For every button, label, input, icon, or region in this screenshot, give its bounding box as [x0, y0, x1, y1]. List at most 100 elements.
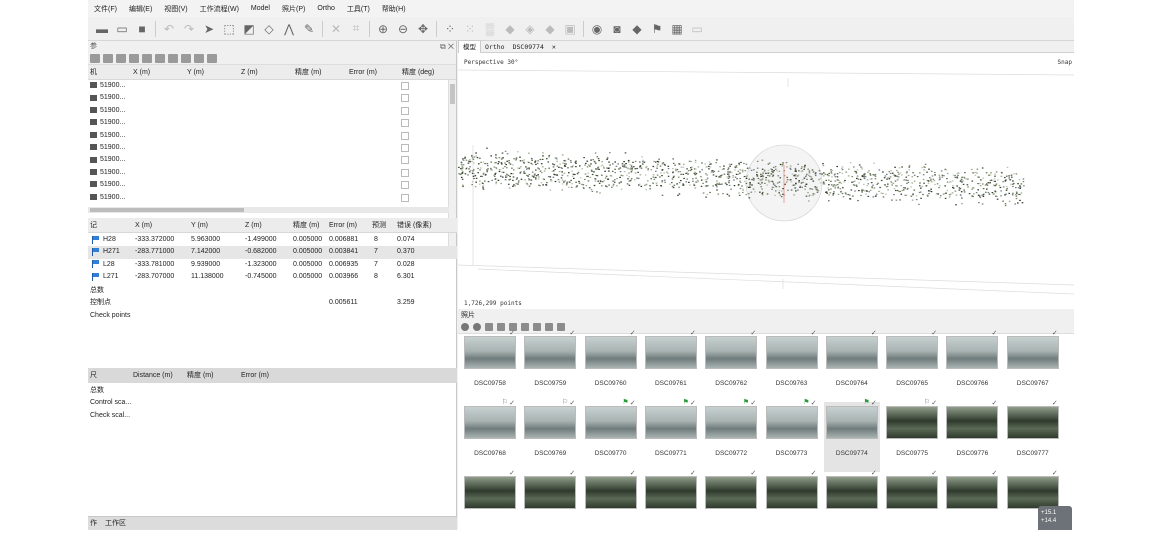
- refresh-icon[interactable]: [142, 53, 152, 63]
- photo-thumbnail[interactable]: ✓ ⚐ DSC09768: [462, 399, 518, 472]
- marker-row[interactable]: H271 -283.771000 7.142000 -0.682000 0.005000…: [88, 246, 457, 259]
- photo-thumbnail[interactable]: ✓ DSC09767: [1005, 330, 1061, 402]
- enable-camera-icon[interactable]: [461, 323, 469, 331]
- mesh-icon[interactable]: ▒: [482, 21, 498, 37]
- col-projections[interactable]: 预测: [372, 218, 386, 233]
- camera-enable-checkbox[interactable]: [401, 181, 409, 190]
- camera-row[interactable]: 51900...: [88, 105, 456, 117]
- menu-photo[interactable]: 照片(P): [276, 4, 311, 14]
- photo-thumbnail[interactable]: ✓ DSC09761: [643, 330, 699, 402]
- photo-thumbnail[interactable]: ✓ DSC09763: [764, 330, 820, 402]
- show-markers-icon[interactable]: ◆: [629, 21, 645, 37]
- camera-row[interactable]: 51900...: [88, 179, 456, 191]
- photo-thumbnail[interactable]: ✓ DSC09759: [522, 330, 578, 402]
- tab-ortho[interactable]: Ortho: [481, 41, 509, 53]
- save-icon[interactable]: ■: [134, 21, 150, 37]
- camera-row[interactable]: 51900...: [88, 167, 456, 179]
- menu-view[interactable]: 视图(V): [158, 4, 193, 14]
- view-mode-icon[interactable]: [557, 323, 565, 331]
- tab-photo[interactable]: DSC09774: [509, 41, 548, 53]
- camera-enable-checkbox[interactable]: [401, 168, 409, 177]
- camera-row[interactable]: 51900...: [88, 130, 456, 142]
- col-accuracy-deg[interactable]: 精度 (deg): [402, 65, 434, 80]
- show-shapes-icon[interactable]: ▦: [669, 21, 685, 37]
- camera-row[interactable]: 51900...: [88, 142, 456, 154]
- camera-enable-checkbox[interactable]: [401, 193, 409, 202]
- menu-file[interactable]: 文件(F): [88, 4, 123, 14]
- col-error[interactable]: Error (m): [241, 368, 269, 383]
- col-camera[interactable]: 机: [90, 65, 97, 80]
- camera-enable-checkbox[interactable]: [401, 94, 409, 103]
- col-x[interactable]: X (m): [135, 218, 152, 233]
- photo-thumbnail[interactable]: ✓: [583, 470, 639, 530]
- photo-thumbnail[interactable]: ✓ DSC09760: [583, 330, 639, 402]
- image-mask-icon[interactable]: [533, 323, 541, 331]
- tab-model[interactable]: 模型: [458, 40, 481, 53]
- remove-camera-icon[interactable]: [485, 323, 493, 331]
- crop-selection-icon[interactable]: ⌗: [348, 21, 364, 37]
- cameras-horizontal-scrollbar[interactable]: [88, 207, 449, 213]
- camera-enable-checkbox[interactable]: [401, 119, 409, 128]
- settings-icon[interactable]: [116, 53, 126, 63]
- view-estimated-icon[interactable]: [168, 53, 178, 63]
- photo-thumbnail[interactable]: ✓: [522, 470, 578, 530]
- col-distance[interactable]: Distance (m): [133, 368, 173, 383]
- photo-thumbnail[interactable]: ✓: [764, 470, 820, 530]
- camera-enable-checkbox[interactable]: [401, 131, 409, 140]
- resize-region-icon[interactable]: ◩: [241, 21, 257, 37]
- delete-selection-icon[interactable]: ✕: [328, 21, 344, 37]
- menu-ortho[interactable]: Ortho: [311, 5, 341, 12]
- col-y[interactable]: Y (m): [191, 218, 208, 233]
- textured-model-icon[interactable]: ◈: [522, 21, 538, 37]
- camera-row[interactable]: 51900...: [88, 154, 456, 166]
- photo-thumbnail[interactable]: ✓: [703, 470, 759, 530]
- scroll-thumb[interactable]: [90, 208, 244, 212]
- col-scalebar[interactable]: 尺: [90, 368, 97, 383]
- draw-polygon-icon[interactable]: ◇: [261, 21, 277, 37]
- camera-icon[interactable]: ◙: [609, 21, 625, 37]
- new-project-icon[interactable]: ▬: [94, 21, 110, 37]
- pane-float-close-icon[interactable]: ⧉ ✕: [440, 41, 454, 52]
- col-error[interactable]: Error (m): [329, 218, 357, 233]
- open-folder-icon[interactable]: ▭: [114, 21, 130, 37]
- move-icon[interactable]: ✥: [415, 21, 431, 37]
- marker-row[interactable]: L28 -333.781000 9.939000 -1.323000 0.005000 0…: [88, 259, 457, 271]
- thumbnail-size-icon[interactable]: [545, 323, 553, 331]
- ruler-icon[interactable]: ✎: [301, 21, 317, 37]
- photo-thumbnail[interactable]: ✓: [824, 470, 880, 530]
- flag-icon[interactable]: ⚑: [649, 21, 665, 37]
- marker-row[interactable]: L271 -283.707000 11.138000 -0.745000 0.00500…: [88, 271, 457, 283]
- col-x[interactable]: X (m): [133, 65, 150, 80]
- shaded-model-icon[interactable]: ◆: [502, 21, 518, 37]
- photo-thumbnail[interactable]: ✓ DSC09758: [462, 330, 518, 402]
- col-z[interactable]: Z (m): [241, 65, 258, 80]
- photo-thumbnail[interactable]: ✓ ⚑ DSC09773: [764, 399, 820, 472]
- show-region-icon[interactable]: ▭: [689, 21, 705, 37]
- export-icon[interactable]: [103, 53, 113, 63]
- dem-icon[interactable]: ▣: [562, 21, 578, 37]
- view-source-icon[interactable]: [155, 53, 165, 63]
- camera-enable-checkbox[interactable]: [401, 106, 409, 115]
- point-cloud-canvas[interactable]: [458, 53, 1074, 309]
- convert-icon[interactable]: [207, 53, 217, 63]
- star-icon[interactable]: [129, 53, 139, 63]
- draw-polyline-icon[interactable]: ⋀: [281, 21, 297, 37]
- reset-filter-icon[interactable]: [521, 323, 529, 331]
- menu-workflow[interactable]: 工作流程(W): [194, 4, 245, 14]
- menu-tools[interactable]: 工具(T): [341, 4, 376, 14]
- col-error[interactable]: Error (m): [349, 65, 377, 80]
- photo-thumbnail[interactable]: ✓ ⚐ DSC09775: [884, 399, 940, 472]
- camera-row[interactable]: 51900...: [88, 192, 456, 204]
- show-cameras-icon[interactable]: ◉: [589, 21, 605, 37]
- dense-cloud-icon[interactable]: ⁙: [462, 21, 478, 37]
- tiled-model-icon[interactable]: ◆: [542, 21, 558, 37]
- model-viewport[interactable]: Perspective 30° Snap 1,726,299 points: [458, 53, 1074, 309]
- col-marker[interactable]: 记: [90, 218, 97, 233]
- photo-thumbnail[interactable]: ✓: [884, 470, 940, 530]
- photo-thumbnail[interactable]: ✓ ⚑ DSC09772: [703, 399, 759, 472]
- photo-thumbnail[interactable]: ✓ DSC09765: [884, 330, 940, 402]
- scroll-thumb[interactable]: [450, 84, 455, 104]
- camera-enable-checkbox[interactable]: [401, 82, 409, 90]
- marker-row[interactable]: H28 -333.372000 5.963000 -1.499000 0.005000 0…: [88, 234, 457, 246]
- camera-enable-checkbox[interactable]: [401, 143, 409, 152]
